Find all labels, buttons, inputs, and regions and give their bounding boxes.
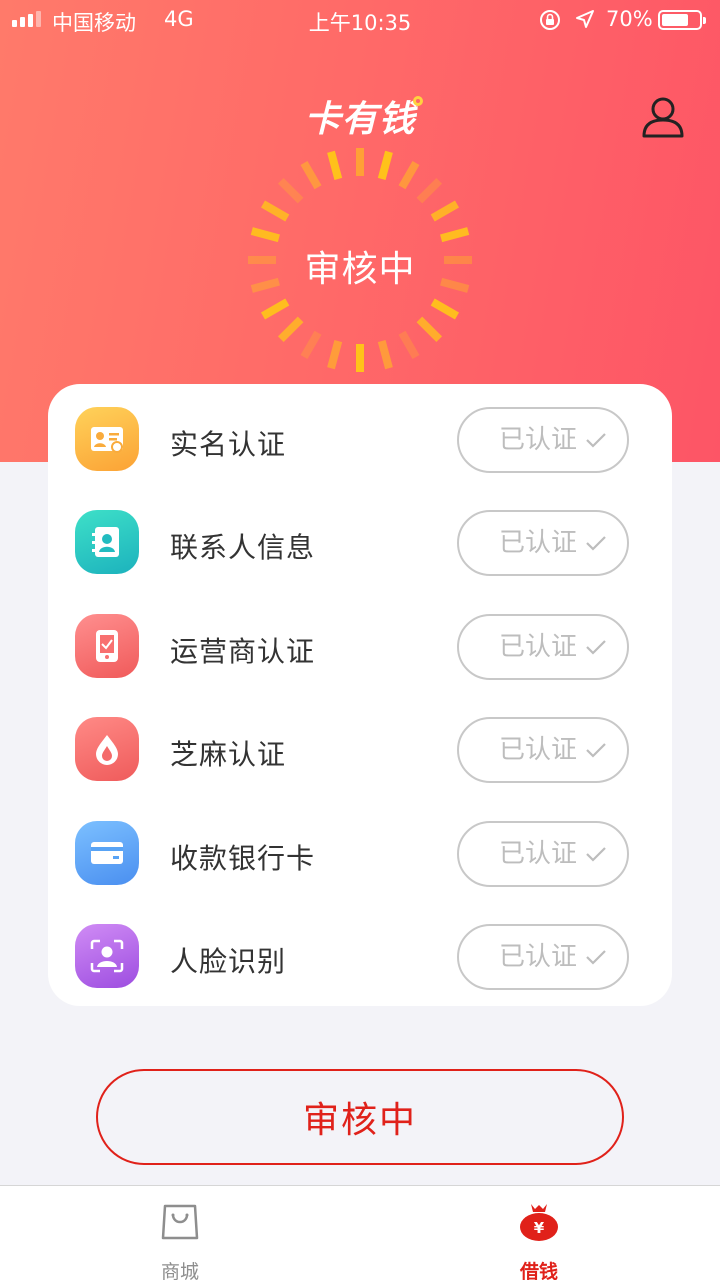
- verification-row-bank-card[interactable]: 收款银行卡 已认证: [48, 801, 672, 905]
- verification-label: 人脸识别: [170, 945, 287, 978]
- verified-badge[interactable]: 已认证: [457, 407, 629, 473]
- spinner-tick: [261, 200, 290, 222]
- spinner-tick: [430, 200, 459, 222]
- spinner-tick: [440, 227, 470, 243]
- verified-badge[interactable]: 已认证: [457, 614, 629, 680]
- battery-icon: [658, 10, 706, 30]
- svg-text:¥: ¥: [534, 1219, 545, 1237]
- verification-label: 芝麻认证: [170, 738, 287, 771]
- spinner-tick: [277, 316, 304, 343]
- spinner-tick: [377, 150, 393, 180]
- id-card-icon: [75, 407, 139, 471]
- status-bar: 中国移动 4G 上午10:35 70%: [0, 0, 720, 40]
- rotation-lock-icon: [540, 10, 560, 30]
- spinner-tick: [416, 316, 443, 343]
- battery-percent: 70%: [606, 7, 653, 31]
- location-icon: [576, 10, 594, 28]
- logo-dot-icon: [413, 96, 423, 106]
- tab-label: 商城: [160, 1261, 199, 1280]
- spinner-tick: [416, 177, 443, 204]
- spinner-tick: [250, 227, 280, 243]
- verification-label: 运营商认证: [170, 635, 316, 668]
- review-status-button[interactable]: 审核中: [96, 1069, 624, 1165]
- tab-bar: 商城 ¥ 借钱: [0, 1185, 720, 1280]
- verification-row-sesame[interactable]: 芝麻认证 已认证: [48, 697, 672, 801]
- tab-mall[interactable]: 商城: [80, 1186, 280, 1280]
- verified-badge[interactable]: 已认证: [457, 717, 629, 783]
- verified-badge[interactable]: 已认证: [457, 510, 629, 576]
- spinner-tick: [398, 161, 420, 190]
- verification-label: 实名认证: [170, 428, 287, 461]
- check-icon: [586, 640, 606, 655]
- shopping-bag-icon: [161, 1204, 199, 1240]
- verification-row-carrier[interactable]: 运营商认证 已认证: [48, 594, 672, 698]
- verification-label: 收款银行卡: [170, 842, 316, 875]
- check-icon: [586, 433, 606, 448]
- check-icon: [586, 743, 606, 758]
- verified-badge[interactable]: 已认证: [457, 924, 629, 990]
- spinner-tick: [327, 340, 343, 370]
- spinner-tick: [261, 298, 290, 320]
- spinner-tick: [300, 330, 322, 359]
- spinner-tick: [327, 150, 343, 180]
- spinner-tick: [300, 161, 322, 190]
- check-icon: [586, 536, 606, 551]
- phone-carrier-icon: [75, 614, 139, 678]
- verification-row-contacts[interactable]: 联系人信息 已认证: [48, 490, 672, 594]
- spinner-tick: [377, 340, 393, 370]
- verified-badge[interactable]: 已认证: [457, 821, 629, 887]
- check-icon: [586, 950, 606, 965]
- review-status-text: 审核中: [304, 249, 416, 290]
- spinner-tick: [430, 298, 459, 320]
- money-bag-icon: ¥: [520, 1204, 558, 1241]
- tab-label: 借钱: [519, 1261, 558, 1280]
- spinner-tick: [398, 330, 420, 359]
- sesame-icon: [75, 717, 139, 781]
- verification-card: 实名认证 已认证 联系人信息 已认证 运营商认证 已认证 芝麻认证 已认证 收款…: [48, 384, 672, 1006]
- verification-row-face[interactable]: 人脸识别 已认证: [48, 904, 672, 1008]
- verification-label: 联系人信息: [170, 531, 316, 564]
- bank-card-icon: [75, 821, 139, 885]
- contacts-icon: [75, 510, 139, 574]
- user-icon[interactable]: [640, 94, 686, 140]
- tab-borrow[interactable]: ¥ 借钱: [439, 1186, 639, 1280]
- check-icon: [586, 847, 606, 862]
- app-logo: 卡有钱: [304, 99, 416, 140]
- spinner-tick: [277, 177, 304, 204]
- verification-row-real-name[interactable]: 实名认证 已认证: [48, 387, 672, 491]
- face-scan-icon: [75, 924, 139, 988]
